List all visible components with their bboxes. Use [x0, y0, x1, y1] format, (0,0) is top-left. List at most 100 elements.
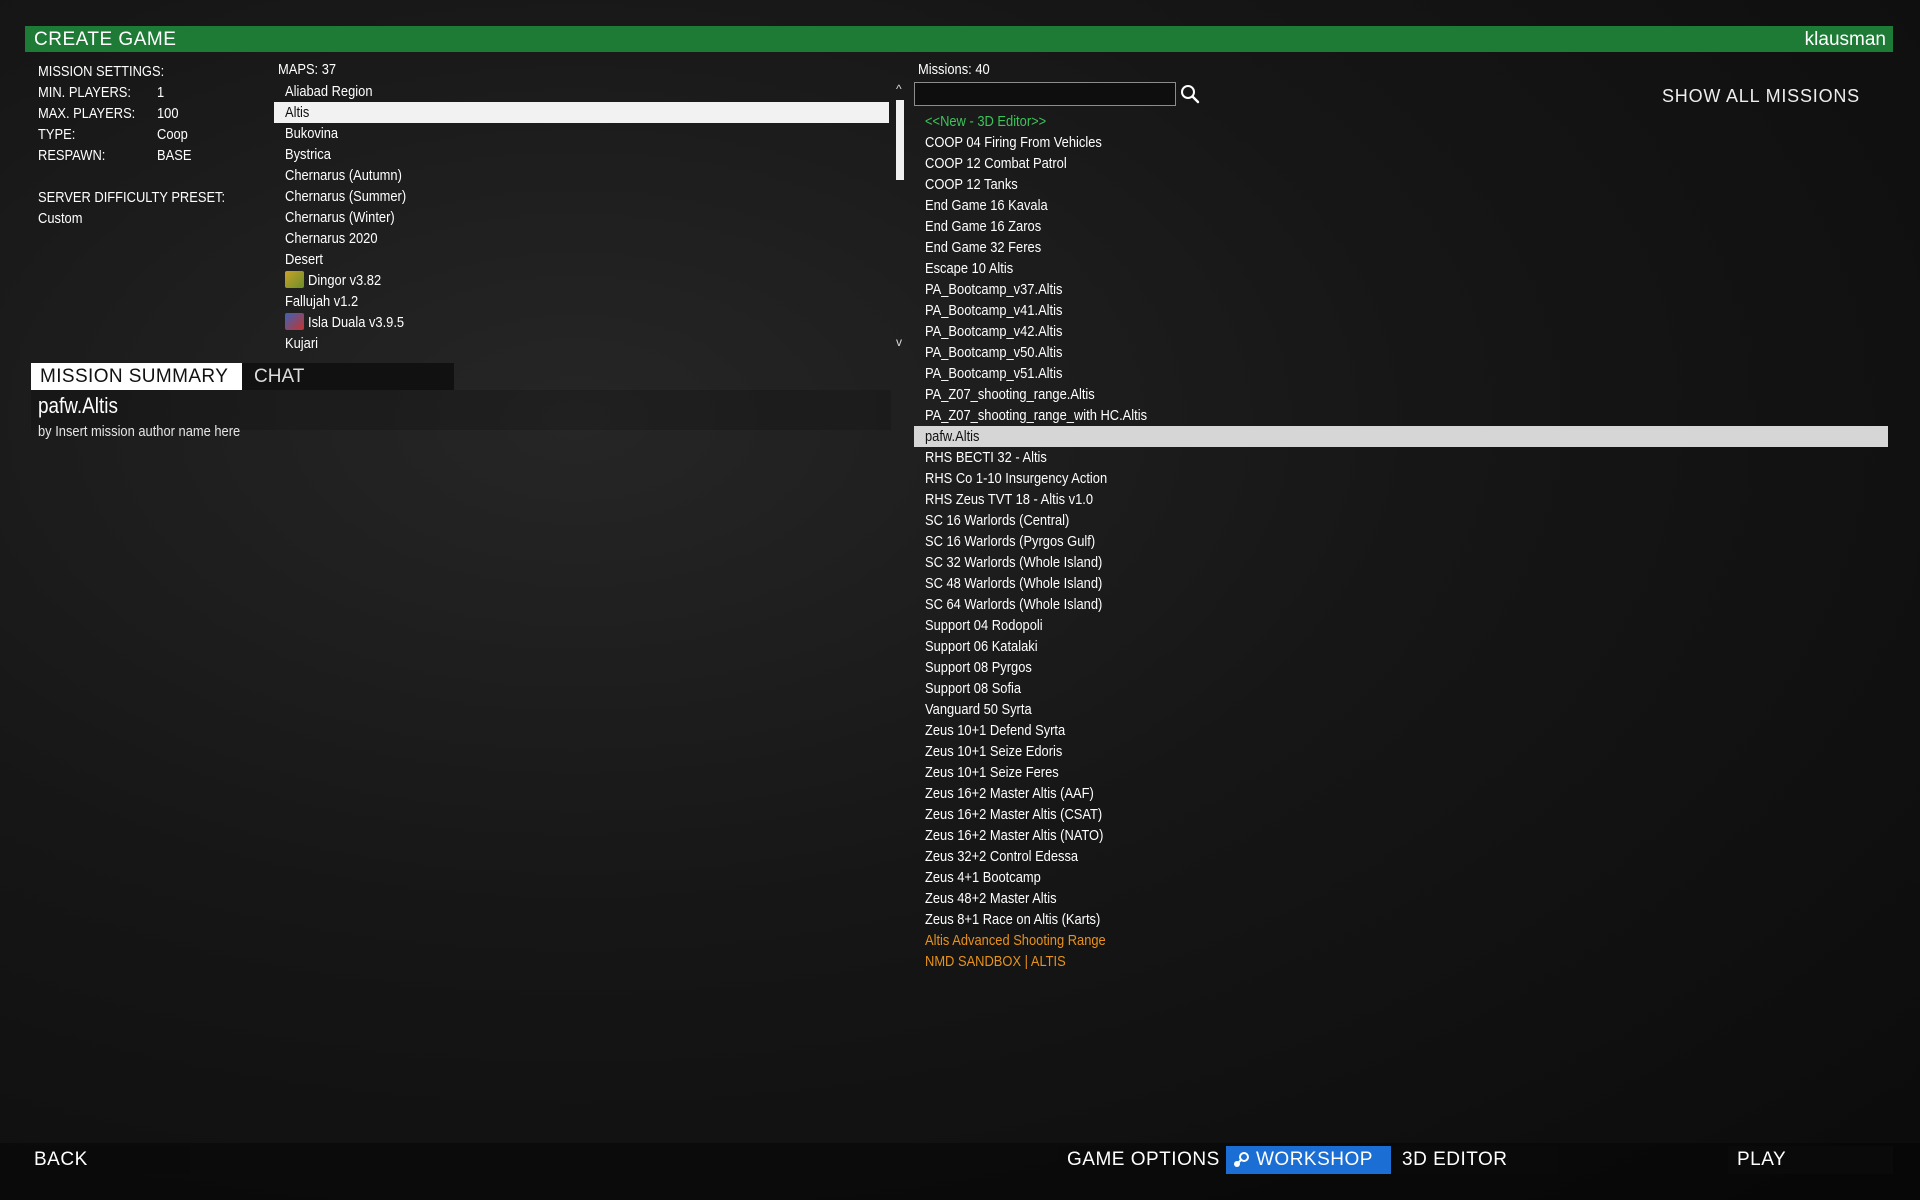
mission-item[interactable]: Zeus 48+2 Master Altis — [914, 888, 1888, 909]
map-item[interactable]: Altis — [274, 102, 889, 123]
mission-item-label: PA_Bootcamp_v42.Altis — [925, 323, 1063, 340]
mission-item[interactable]: Zeus 16+2 Master Altis (CSAT) — [914, 804, 1888, 825]
mission-item[interactable]: SC 16 Warlords (Pyrgos Gulf) — [914, 531, 1888, 552]
page-title: CREATE GAME — [34, 29, 177, 50]
mission-item[interactable]: Support 08 Sofia — [914, 678, 1888, 699]
mission-item[interactable]: SC 48 Warlords (Whole Island) — [914, 573, 1888, 594]
mission-item[interactable]: Escape 10 Altis — [914, 258, 1888, 279]
mission-item[interactable]: PA_Bootcamp_v41.Altis — [914, 300, 1888, 321]
scroll-down-icon[interactable]: v — [896, 335, 902, 349]
map-item-label: Bukovina — [285, 125, 339, 142]
mission-item-label: Support 04 Rodopoli — [925, 617, 1043, 634]
mission-item[interactable]: Zeus 10+1 Seize Edoris — [914, 741, 1888, 762]
mission-item-label: Altis Advanced Shooting Range — [925, 932, 1106, 949]
maps-scrollbar[interactable] — [896, 100, 904, 180]
steam-icon — [1234, 1152, 1249, 1167]
mission-item[interactable]: PA_Bootcamp_v42.Altis — [914, 321, 1888, 342]
min-players-value: 1 — [157, 84, 165, 101]
mission-item-label: Zeus 4+1 Bootcamp — [925, 869, 1041, 886]
missions-list: <<New - 3D Editor>> COOP 04 Firing From V… — [914, 111, 1888, 972]
bottom-bar — [0, 1143, 1920, 1200]
mission-item-label: NMD SANDBOX | ALTIS — [925, 953, 1066, 970]
mission-item-label: Escape 10 Altis — [925, 260, 1014, 277]
mission-item[interactable]: SC 32 Warlords (Whole Island) — [914, 552, 1888, 573]
mission-item[interactable]: Support 08 Pyrgos — [914, 657, 1888, 678]
map-item[interactable]: Chernarus 2020 — [274, 228, 889, 249]
search-icon[interactable] — [1180, 84, 1200, 104]
mission-item[interactable]: End Game 16 Kavala — [914, 195, 1888, 216]
game-options-button[interactable]: GAME OPTIONS — [1058, 1146, 1223, 1174]
mission-item[interactable]: End Game 32 Feres — [914, 237, 1888, 258]
mission-item-label: Vanguard 50 Syrta — [925, 701, 1032, 718]
map-item[interactable]: Bukovina — [274, 123, 889, 144]
map-item[interactable]: Fallujah v1.2 — [274, 291, 889, 312]
mission-item-label: Zeus 32+2 Control Edessa — [925, 848, 1079, 865]
maps-count: MAPS: 37 — [278, 61, 337, 78]
mission-item[interactable]: Vanguard 50 Syrta — [914, 699, 1888, 720]
username: klausman — [1804, 29, 1886, 50]
tab-mission-summary[interactable]: MISSION SUMMARY — [31, 363, 242, 390]
mission-item[interactable]: SC 16 Warlords (Central) — [914, 510, 1888, 531]
mission-item[interactable]: Zeus 10+1 Defend Syrta — [914, 720, 1888, 741]
mission-item[interactable]: Support 06 Katalaki — [914, 636, 1888, 657]
back-button[interactable]: BACK — [25, 1146, 190, 1174]
workshop-button[interactable]: WORKSHOP — [1226, 1146, 1391, 1174]
mission-item-label: <<New - 3D Editor>> — [925, 113, 1047, 130]
mission-item[interactable]: RHS BECTI 32 - Altis — [914, 447, 1888, 468]
map-item[interactable]: Dingor v3.82 — [274, 270, 889, 291]
map-item[interactable]: Desert — [274, 249, 889, 270]
mission-item[interactable]: NMD SANDBOX | ALTIS — [914, 951, 1888, 972]
map-item[interactable]: Chernarus (Winter) — [274, 207, 889, 228]
map-item-label: Chernarus (Autumn) — [285, 167, 402, 184]
min-players-label: MIN. PLAYERS: — [38, 84, 131, 101]
map-item[interactable]: Aliabad Region — [274, 81, 889, 102]
mission-item-label: PA_Z07_shooting_range_with HC.Altis — [925, 407, 1148, 424]
mission-item[interactable]: SC 64 Warlords (Whole Island) — [914, 594, 1888, 615]
mission-item[interactable]: COOP 12 Tanks — [914, 174, 1888, 195]
3d-editor-button[interactable]: 3D EDITOR — [1393, 1146, 1558, 1174]
show-all-missions-button[interactable]: SHOW ALL MISSIONS — [1662, 86, 1860, 107]
mission-item-label: End Game 16 Kavala — [925, 197, 1048, 214]
map-item-label: Aliabad Region — [285, 83, 373, 100]
mission-item[interactable]: pafw.Altis — [914, 426, 1888, 447]
mission-item[interactable]: Altis Advanced Shooting Range — [914, 930, 1888, 951]
mission-item-label: PA_Bootcamp_v50.Altis — [925, 344, 1063, 361]
mission-item-label: Zeus 10+1 Seize Edoris — [925, 743, 1063, 760]
map-item[interactable]: Bystrica — [274, 144, 889, 165]
mission-item[interactable]: Zeus 10+1 Seize Feres — [914, 762, 1888, 783]
mission-item[interactable]: Zeus 32+2 Control Edessa — [914, 846, 1888, 867]
map-item[interactable]: Isla Duala v3.9.5 — [274, 312, 889, 333]
mission-item[interactable]: RHS Zeus TVT 18 - Altis v1.0 — [914, 489, 1888, 510]
mission-item[interactable]: RHS Co 1-10 Insurgency Action — [914, 468, 1888, 489]
mission-item[interactable]: Zeus 4+1 Bootcamp — [914, 867, 1888, 888]
map-item-label: Bystrica — [285, 146, 331, 163]
mission-item[interactable]: PA_Bootcamp_v50.Altis — [914, 342, 1888, 363]
mission-item[interactable]: COOP 12 Combat Patrol — [914, 153, 1888, 174]
mission-item[interactable]: Zeus 16+2 Master Altis (AAF) — [914, 783, 1888, 804]
type-value: Coop — [157, 126, 188, 143]
scroll-up-icon[interactable]: ^ — [896, 82, 902, 96]
mission-item[interactable]: Zeus 8+1 Race on Altis (Karts) — [914, 909, 1888, 930]
play-button[interactable]: PLAY — [1728, 1146, 1893, 1174]
mission-item[interactable]: PA_Z07_shooting_range_with HC.Altis — [914, 405, 1888, 426]
mission-item-label: SC 48 Warlords (Whole Island) — [925, 575, 1103, 592]
tab-chat[interactable]: CHAT — [242, 363, 454, 390]
mission-item[interactable]: PA_Bootcamp_v37.Altis — [914, 279, 1888, 300]
mission-item[interactable]: Support 04 Rodopoli — [914, 615, 1888, 636]
map-item[interactable]: Kujari — [274, 333, 889, 354]
mission-search-input[interactable] — [914, 82, 1176, 106]
difficulty-label: SERVER DIFFICULTY PRESET: — [38, 189, 226, 206]
mission-item[interactable]: <<New - 3D Editor>> — [914, 111, 1888, 132]
mission-item-label: Zeus 16+2 Master Altis (CSAT) — [925, 806, 1103, 823]
mission-item[interactable]: COOP 04 Firing From Vehicles — [914, 132, 1888, 153]
mission-item[interactable]: Zeus 16+2 Master Altis (NATO) — [914, 825, 1888, 846]
mission-item[interactable]: End Game 16 Zaros — [914, 216, 1888, 237]
map-item-label: Fallujah v1.2 — [285, 293, 359, 310]
mission-item[interactable]: PA_Z07_shooting_range.Altis — [914, 384, 1888, 405]
mission-item-label: PA_Bootcamp_v41.Altis — [925, 302, 1063, 319]
mission-item-label: SC 64 Warlords (Whole Island) — [925, 596, 1103, 613]
mission-item[interactable]: PA_Bootcamp_v51.Altis — [914, 363, 1888, 384]
map-item[interactable]: Chernarus (Autumn) — [274, 165, 889, 186]
map-item[interactable]: Chernarus (Summer) — [274, 186, 889, 207]
mission-item-label: RHS BECTI 32 - Altis — [925, 449, 1047, 466]
